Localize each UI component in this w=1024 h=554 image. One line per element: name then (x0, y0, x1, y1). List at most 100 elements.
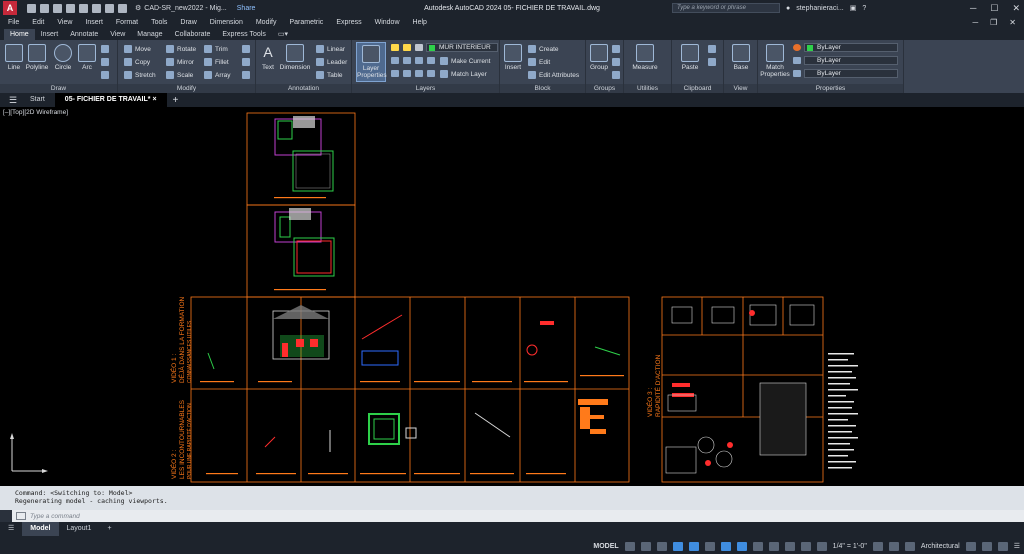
tab-layout1[interactable]: Layout1 (59, 522, 100, 536)
annotation-scale-icon[interactable] (816, 541, 827, 551)
array-button[interactable]: Array (204, 70, 231, 80)
properties-panel-title[interactable]: Properties (758, 84, 903, 93)
units-value[interactable]: Architectural (921, 543, 960, 550)
group-select-button[interactable] (612, 70, 620, 80)
menu-parametric[interactable]: Parametric (289, 19, 323, 26)
block-panel-title[interactable]: Block (500, 84, 585, 93)
base-view-tool[interactable]: Base (730, 42, 752, 71)
selection-cycling-icon[interactable] (784, 541, 795, 551)
save-as-icon[interactable] (66, 3, 75, 13)
menu-edit[interactable]: Edit (32, 19, 44, 26)
doc-restore-button[interactable]: ❐ (990, 18, 997, 27)
insert-tool[interactable]: Insert (502, 42, 524, 71)
tab-collaborate[interactable]: Collaborate (169, 29, 217, 40)
layer-walk-icon[interactable] (427, 57, 435, 64)
search-input[interactable]: Type a keyword or phrase (672, 3, 780, 13)
menu-hamburger-icon[interactable]: ☰ (6, 95, 20, 106)
hatch-tool[interactable] (101, 57, 109, 67)
rectangle-tool[interactable] (101, 44, 109, 54)
new-file-icon[interactable] (27, 3, 36, 13)
menu-insert[interactable]: Insert (85, 19, 103, 26)
match-layer-button[interactable]: Match Layer (440, 69, 487, 79)
layer-off-icon[interactable] (415, 57, 423, 64)
share-button[interactable]: Share (237, 5, 256, 12)
tab-view[interactable]: View (104, 29, 131, 40)
layer-unlock-icon[interactable] (427, 70, 435, 77)
print-icon[interactable] (92, 3, 101, 13)
snap-icon[interactable] (640, 541, 651, 551)
clean-screen-icon[interactable] (997, 541, 1008, 551)
draw-panel-title[interactable]: Draw (0, 84, 117, 93)
new-tab-icon[interactable]: + (173, 95, 179, 106)
edit-attributes-button[interactable]: Edit Attributes (528, 70, 579, 80)
menu-tools[interactable]: Tools (151, 19, 167, 26)
cut-button[interactable] (708, 57, 716, 67)
web-save-icon[interactable] (79, 3, 88, 13)
file-tab-current[interactable]: 05- FICHIER DE TRAVAIL* × (54, 93, 167, 107)
layer-on-icon[interactable] (391, 44, 399, 51)
customization-icon[interactable]: ☰ (1014, 542, 1020, 550)
close-button[interactable]: ✕ (1012, 3, 1020, 14)
user-name[interactable]: stephanieraci... (796, 5, 843, 12)
file-tab-close-icon[interactable]: × (152, 96, 156, 103)
units-icon[interactable] (904, 541, 915, 551)
explode-button[interactable] (242, 57, 250, 67)
menu-draw[interactable]: Draw (180, 19, 196, 26)
group-edit-button[interactable] (612, 57, 620, 67)
groups-panel-title[interactable]: Groups (586, 84, 623, 93)
dimension-tool[interactable]: Dimension (278, 42, 312, 71)
workspace-selector[interactable]: ⚙ CAD-SR_new2022 - Mig... (135, 4, 227, 13)
undo-icon[interactable] (105, 3, 114, 13)
lineweight-icon[interactable] (793, 57, 801, 64)
layer-lock-all-icon[interactable] (415, 70, 423, 77)
tab-annotate[interactable]: Annotate (64, 29, 104, 40)
menu-express[interactable]: Express (336, 19, 361, 26)
fillet-button[interactable]: Fillet (204, 57, 229, 67)
quick-properties-icon[interactable] (965, 541, 976, 551)
polar-icon[interactable] (688, 541, 699, 551)
cart-icon[interactable]: ▣ (850, 4, 857, 12)
tab-manage[interactable]: Manage (131, 29, 168, 40)
annotation-panel-title[interactable]: Annotation (256, 84, 351, 93)
model-space-button[interactable]: MODEL (593, 543, 618, 550)
ortho-icon[interactable] (672, 541, 683, 551)
mirror-button[interactable]: Mirror (166, 57, 194, 67)
layer-unisolate-icon[interactable] (403, 57, 411, 64)
group-tool[interactable]: Group (588, 42, 610, 71)
boundary-tool[interactable] (101, 70, 109, 80)
leader-button[interactable]: Leader (316, 57, 347, 67)
erase-button[interactable] (242, 44, 250, 54)
make-current-button[interactable]: Make Current (440, 56, 490, 66)
command-input-row[interactable]: Type a command (12, 510, 1024, 522)
annotation-scale-value[interactable]: 1/4" = 1'-0" (833, 543, 867, 550)
hardware-acceleration-icon[interactable] (981, 541, 992, 551)
modify-panel-title[interactable]: Modify (118, 84, 255, 93)
infer-icon[interactable] (656, 541, 667, 551)
utilities-panel-title[interactable]: Utilities (624, 84, 671, 93)
lineweight-toggle-icon[interactable] (752, 541, 763, 551)
minimize-button[interactable]: ─ (970, 3, 976, 13)
layout-menu-icon[interactable]: ☰ (0, 522, 22, 536)
text-tool[interactable]: A Text (258, 42, 278, 71)
transparency-icon[interactable] (768, 541, 779, 551)
color-wheel-icon[interactable] (793, 44, 801, 51)
linetype-dropdown[interactable]: ByLayer (804, 69, 898, 78)
help-icon[interactable]: ? (862, 5, 866, 12)
object-snap-icon[interactable] (736, 541, 747, 551)
save-icon[interactable] (53, 3, 62, 13)
tab-model[interactable]: Model (22, 522, 59, 536)
command-input[interactable]: Type a command (30, 513, 80, 520)
layer-isolate-icon[interactable] (391, 57, 399, 64)
menu-dimension[interactable]: Dimension (210, 19, 243, 26)
viewport-controls-label[interactable]: [–][Top][2D Wireframe] (3, 109, 68, 116)
menu-help[interactable]: Help (413, 19, 427, 26)
stretch-button[interactable]: Stretch (124, 70, 156, 80)
match-properties-tool[interactable]: Match Properties (760, 42, 790, 78)
drawing-canvas[interactable]: VIDÉO 1 : DÉJÀ DANS LA FORMATION CONNAIS… (0, 107, 1024, 486)
maximize-button[interactable]: ☐ (990, 3, 998, 14)
linetype-icon[interactable] (793, 70, 801, 77)
add-layout-icon[interactable]: + (99, 522, 119, 536)
circle-tool[interactable]: Circle (52, 42, 74, 71)
menu-window[interactable]: Window (375, 19, 400, 26)
copy-button[interactable]: Copy (124, 57, 150, 67)
